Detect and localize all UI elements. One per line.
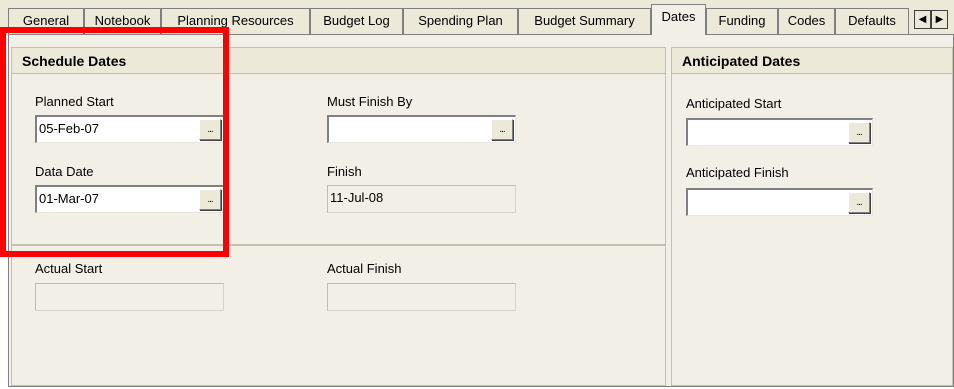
tab-codes[interactable]: Codes [778,8,835,34]
must-finish-by-picker-button[interactable]: ... [491,119,513,140]
tab-spending-plan[interactable]: Spending Plan [403,8,518,34]
tab-dates[interactable]: Dates [651,4,706,35]
anticipated-start-label: Anticipated Start [686,96,782,111]
anticipated-start-field[interactable]: ... [686,118,873,146]
must-finish-by-label: Must Finish By [327,94,413,109]
tab-funding[interactable]: Funding [706,8,778,34]
actual-finish-field [327,283,516,311]
finish-field: 11-Jul-08 [327,185,516,213]
anticipated-finish-label: Anticipated Finish [686,165,789,180]
anticipated-start-picker-button[interactable]: ... [848,122,870,143]
anticipated-finish-field[interactable]: ... [686,188,873,216]
must-finish-by-field[interactable]: ... [327,115,516,143]
tab-budget-log[interactable]: Budget Log [310,8,403,34]
finish-value: 11-Jul-08 [330,190,384,205]
tab-defaults[interactable]: Defaults [835,8,909,34]
tab-scroll-right-icon[interactable]: ▶ [931,10,948,29]
highlight-box [0,27,229,257]
actual-start-field [35,283,224,311]
anticipated-finish-picker-button[interactable]: ... [848,192,870,213]
tab-budget-summary[interactable]: Budget Summary [518,8,651,34]
actual-finish-label: Actual Finish [327,261,402,276]
actual-dates-group: Actual Start Actual Finish [11,245,666,386]
anticipated-dates-group: Anticipated Dates Anticipated Start ... … [671,47,953,386]
anticipated-dates-title: Anticipated Dates [672,48,952,74]
finish-label: Finish [327,164,362,179]
tab-scroll-left-icon[interactable]: ◀ [914,10,931,29]
actual-start-label: Actual Start [35,261,103,276]
